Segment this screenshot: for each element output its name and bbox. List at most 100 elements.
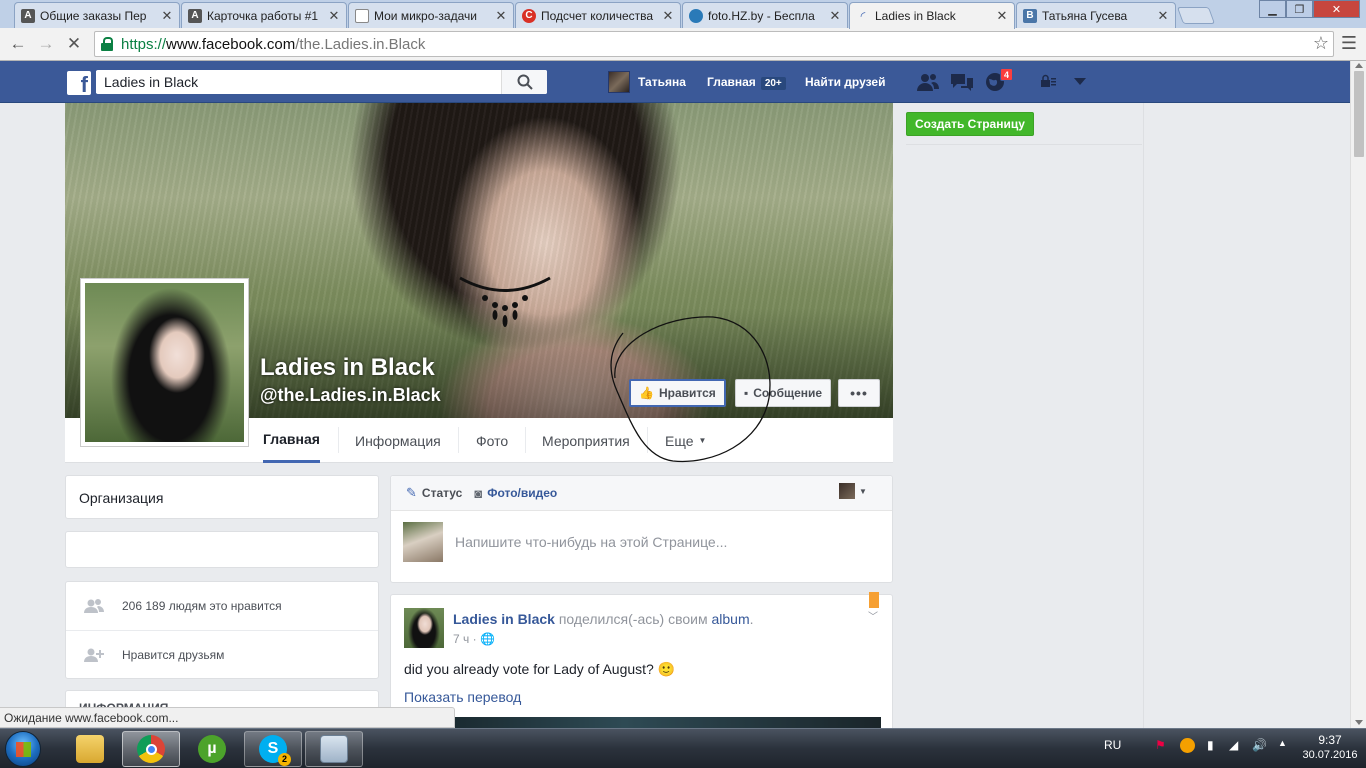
- composer-body[interactable]: Напишите что-нибудь на этой Странице...: [403, 522, 727, 562]
- scroll-thumb[interactable]: [1354, 71, 1364, 157]
- profile-picture[interactable]: [80, 278, 249, 447]
- browser-tab[interactable]: C Подсчет количества ✕: [515, 2, 681, 28]
- signal-icon[interactable]: ◢: [1229, 738, 1238, 752]
- profile-link[interactable]: Татьяна: [608, 71, 686, 93]
- tab-events[interactable]: Мероприятия: [542, 418, 630, 463]
- thumbs-up-icon: 👍: [639, 386, 654, 400]
- friends-like-text: Нравится друзьям: [122, 647, 225, 662]
- composer-placeholder[interactable]: Напишите что-нибудь на этой Странице...: [455, 534, 727, 550]
- close-icon[interactable]: ✕: [996, 8, 1008, 24]
- new-tab-button[interactable]: [1176, 7, 1216, 24]
- address-bar[interactable]: https://www.facebook.com/the.Ladies.in.B…: [94, 31, 1334, 57]
- like-label: Нравится: [658, 386, 716, 400]
- clock-time: 9:37: [1318, 733, 1342, 747]
- album-link[interactable]: album: [711, 611, 749, 627]
- home-label: Главная: [707, 75, 756, 89]
- tab-info[interactable]: Информация: [355, 418, 441, 463]
- more-options-button[interactable]: •••: [838, 379, 880, 407]
- messages-icon[interactable]: [950, 72, 974, 92]
- friends-like-row[interactable]: Нравится друзьям: [66, 630, 378, 678]
- scroll-down-arrow-icon[interactable]: [1355, 720, 1363, 725]
- search-input[interactable]: [96, 71, 501, 93]
- tab-title: Мои микро-задачи: [374, 8, 477, 23]
- page-title[interactable]: Ladies in Black: [260, 354, 435, 382]
- tab-home[interactable]: Главная: [263, 418, 320, 463]
- browser-tab-active[interactable]: ◜ Ladies in Black ✕: [849, 2, 1015, 29]
- account-menu-caret-icon[interactable]: [1074, 77, 1086, 85]
- right-column: [897, 103, 1143, 728]
- status-tab[interactable]: ✎ Статус: [406, 485, 462, 501]
- search-button[interactable]: [501, 70, 547, 94]
- browser-toolbar: ← → ✕ https://www.facebook.com/the.Ladie…: [0, 28, 1366, 61]
- stats-card: 206 189 людям это нравится Нравится друз…: [65, 581, 379, 679]
- create-page-button[interactable]: Создать Страницу: [906, 112, 1034, 136]
- close-icon[interactable]: ✕: [328, 8, 340, 24]
- status-label: Статус: [421, 486, 463, 500]
- close-icon[interactable]: ✕: [161, 8, 173, 24]
- network-flag-icon[interactable]: ⚑: [1155, 738, 1166, 752]
- taskbar-skype[interactable]: S 2: [244, 731, 302, 767]
- browser-tab[interactable]: B Татьяна Гусева ✕: [1016, 2, 1176, 28]
- camera-icon: ◙: [474, 485, 483, 501]
- close-icon[interactable]: ✕: [829, 8, 841, 24]
- page-scrollbar[interactable]: [1350, 61, 1366, 728]
- browser-tab[interactable]: Мои микро-задачи ✕: [348, 2, 514, 28]
- url-path: /the.Ladies.in.Black: [295, 35, 426, 53]
- forward-arrow-icon[interactable]: →: [36, 34, 56, 54]
- post-author-name[interactable]: Ladies in Black: [453, 611, 555, 627]
- post-options-chevron-icon[interactable]: ﹀: [868, 608, 878, 623]
- browser-tab[interactable]: foto.HZ.by - Беспла ✕: [682, 2, 848, 28]
- battery-icon[interactable]: ▮: [1207, 738, 1214, 752]
- show-hidden-icons-icon[interactable]: ▲: [1278, 738, 1287, 748]
- taskbar-chrome[interactable]: [122, 731, 180, 767]
- maximize-button[interactable]: ❐: [1286, 0, 1313, 18]
- close-icon[interactable]: ✕: [662, 8, 674, 24]
- browser-tab[interactable]: A Карточка работы #1 ✕: [181, 2, 347, 28]
- home-link[interactable]: Главная 20+: [707, 75, 786, 90]
- add-friend-icon: [84, 648, 104, 662]
- system-clock[interactable]: 9:37 30.07.2016: [1300, 733, 1360, 763]
- facebook-logo-icon[interactable]: f: [67, 71, 91, 95]
- volume-icon[interactable]: 🔊: [1252, 738, 1267, 752]
- url-host: www.facebook.com: [166, 35, 296, 53]
- friend-requests-icon[interactable]: [916, 72, 940, 92]
- browser-tab[interactable]: A Общие заказы Пер ✕: [14, 2, 180, 28]
- tray-app-icon[interactable]: [1180, 738, 1195, 753]
- post-author-avatar[interactable]: [404, 608, 444, 648]
- tab-title: Общие заказы Пер: [40, 8, 147, 23]
- taskbar-utorrent[interactable]: µ: [183, 731, 241, 767]
- hamburger-menu-icon[interactable]: ☰: [1339, 33, 1359, 53]
- post-timestamp[interactable]: 7 ч · 🌐: [453, 632, 495, 646]
- post-as-selector[interactable]: ▼: [839, 483, 867, 499]
- close-icon[interactable]: ✕: [1157, 8, 1169, 24]
- tab-title: Ladies in Black: [875, 9, 956, 23]
- tab-photos[interactable]: Фото: [476, 418, 508, 463]
- page-icon: [355, 8, 369, 23]
- divider: [906, 144, 1142, 145]
- taskbar-calculator[interactable]: [305, 731, 363, 767]
- likes-row[interactable]: 206 189 людям это нравится: [66, 582, 378, 630]
- start-button[interactable]: [5, 731, 41, 767]
- chat-sidebar-area: [1143, 103, 1350, 728]
- category-card[interactable]: Организация: [65, 475, 379, 519]
- privacy-shortcuts[interactable]: [1040, 74, 1086, 88]
- back-arrow-icon[interactable]: ←: [8, 34, 28, 54]
- minimize-button[interactable]: ▁: [1259, 0, 1286, 18]
- scroll-up-arrow-icon[interactable]: [1355, 63, 1363, 68]
- like-button[interactable]: 👍 Нравится: [629, 379, 726, 407]
- message-button[interactable]: ▪ Сообщение: [735, 379, 832, 407]
- photo-video-tab[interactable]: ◙ Фото/видео: [474, 486, 557, 501]
- tab-more[interactable]: Еще ▼: [665, 418, 706, 463]
- home-count-badge: 20+: [760, 77, 786, 90]
- page-username[interactable]: @the.Ladies.in.Black: [260, 385, 441, 406]
- taskbar-explorer[interactable]: [61, 731, 119, 767]
- language-indicator[interactable]: RU: [1104, 738, 1121, 752]
- find-friends-link[interactable]: Найти друзей: [805, 75, 885, 89]
- clock-date: 30.07.2016: [1302, 749, 1358, 761]
- window-close-button[interactable]: ✕: [1313, 0, 1360, 18]
- see-translation-link[interactable]: Показать перевод: [404, 689, 521, 705]
- stop-loading-icon[interactable]: ✕: [64, 34, 84, 54]
- bookmark-star-icon[interactable]: ☆: [1313, 33, 1329, 54]
- close-icon[interactable]: ✕: [495, 8, 507, 24]
- copyright-icon: C: [522, 8, 536, 23]
